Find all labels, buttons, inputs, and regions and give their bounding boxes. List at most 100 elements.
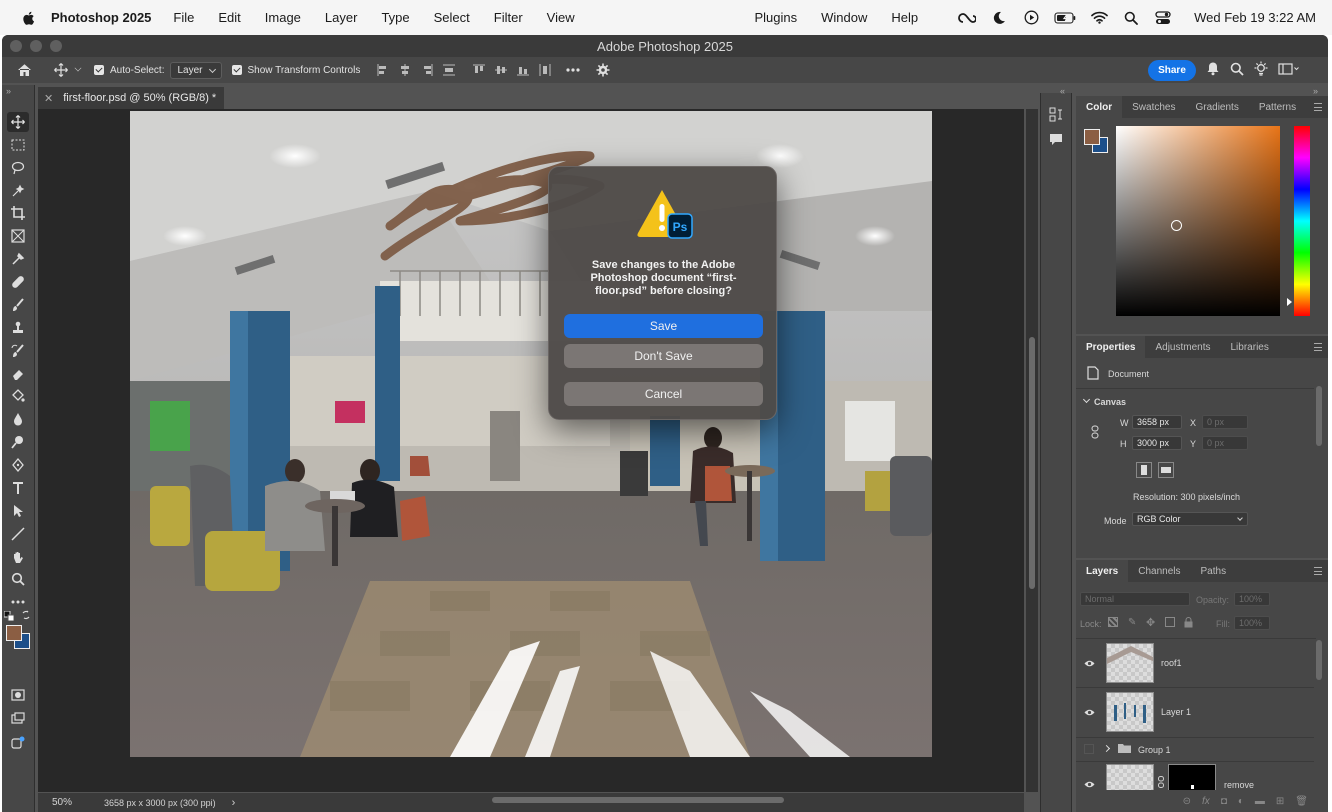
landscape-orientation-button[interactable] — [1158, 462, 1174, 478]
battery-icon[interactable] — [1054, 9, 1076, 27]
more-options-icon[interactable] — [562, 57, 584, 83]
now-playing-icon[interactable] — [1022, 9, 1040, 27]
vertical-scroll-thumb[interactable] — [1029, 337, 1035, 589]
type-tool-icon[interactable] — [7, 478, 29, 498]
lock-artboard-icon[interactable] — [1165, 617, 1175, 627]
align-left-edges-icon[interactable] — [372, 57, 394, 83]
properties-panel-menu-icon[interactable] — [1314, 343, 1322, 351]
layer-name[interactable]: remove — [1224, 780, 1254, 790]
delete-layer-icon[interactable]: 🗑 — [1295, 796, 1308, 807]
document-tab[interactable]: ✕ first-floor.psd @ 50% (RGB/8) * — [38, 87, 224, 109]
spotlight-search-icon[interactable] — [1122, 9, 1140, 27]
move-tool-icon[interactable] — [48, 57, 74, 83]
frame-tool-icon[interactable] — [7, 226, 29, 246]
auto-select-dropdown[interactable]: Layer — [170, 61, 222, 79]
menubar-clock[interactable]: Wed Feb 19 3:22 AM — [1194, 10, 1316, 25]
tool-preset-chevron-icon[interactable] — [74, 64, 82, 72]
menu-filter[interactable]: Filter — [494, 10, 523, 25]
mask-link-icon[interactable] — [1158, 776, 1164, 790]
brush-tool-icon[interactable] — [7, 295, 29, 315]
zoom-tool-icon[interactable] — [7, 569, 29, 589]
status-chevron-icon[interactable]: › — [232, 797, 236, 809]
creative-cloud-icon[interactable] — [958, 9, 977, 27]
layer-row-roof1[interactable]: roof1 — [1076, 639, 1314, 688]
canvas-section-chevron-icon[interactable] — [1082, 395, 1091, 404]
blur-tool-icon[interactable] — [7, 409, 29, 429]
object-selection-tool-icon[interactable] — [7, 181, 29, 201]
share-button[interactable]: Share — [1148, 60, 1196, 81]
panel-foreground-swatch[interactable] — [1084, 129, 1100, 145]
auto-select-checkbox[interactable] — [94, 65, 104, 75]
layer-mask-thumbnail[interactable] — [1168, 764, 1216, 790]
lock-image-icon[interactable]: ✎ — [1128, 617, 1136, 628]
workspace-layout-icon[interactable] — [1278, 62, 1300, 78]
close-window-button[interactable] — [10, 40, 22, 52]
apple-logo-icon[interactable] — [20, 9, 38, 27]
tab-libraries[interactable]: Libraries — [1221, 336, 1279, 358]
y-field[interactable]: 0 px — [1202, 436, 1248, 450]
layer-visibility-eye-icon[interactable] — [1084, 780, 1095, 790]
line-tool-icon[interactable] — [7, 524, 29, 544]
hue-slider-handle[interactable] — [1287, 298, 1292, 306]
color-field[interactable] — [1116, 126, 1280, 316]
tab-channels[interactable]: Channels — [1128, 560, 1190, 582]
layer-visibility-eye-icon[interactable] — [1084, 708, 1095, 718]
path-selection-tool-icon[interactable] — [7, 501, 29, 521]
eraser-tool-icon[interactable] — [7, 364, 29, 384]
crop-tool-icon[interactable] — [7, 203, 29, 223]
search-icon[interactable] — [1230, 62, 1244, 79]
close-document-icon[interactable]: ✕ — [44, 92, 53, 105]
layer-name[interactable]: Layer 1 — [1161, 707, 1191, 717]
paint-bucket-tool-icon[interactable] — [7, 386, 29, 406]
default-colors-icon[interactable] — [2, 609, 16, 623]
opacity-field[interactable]: 100% — [1234, 592, 1270, 606]
tab-layers[interactable]: Layers — [1076, 560, 1129, 582]
menu-image[interactable]: Image — [265, 10, 301, 25]
wifi-icon[interactable] — [1090, 9, 1108, 27]
history-brush-tool-icon[interactable] — [7, 341, 29, 361]
align-vertical-centers-icon[interactable] — [490, 57, 512, 83]
swap-colors-icon[interactable] — [19, 607, 33, 623]
menu-file[interactable]: File — [173, 10, 194, 25]
menu-select[interactable]: Select — [434, 10, 470, 25]
properties-scrollbar[interactable] — [1316, 386, 1322, 446]
screen-mode-icon[interactable] — [7, 708, 29, 728]
transform-controls-checkbox[interactable] — [231, 65, 242, 75]
layer-row-remove[interactable]: remove — [1076, 762, 1314, 790]
menu-type[interactable]: Type — [381, 10, 409, 25]
lasso-tool-icon[interactable] — [7, 158, 29, 178]
dodge-tool-icon[interactable] — [7, 432, 29, 452]
tab-adjustments[interactable]: Adjustments — [1145, 336, 1220, 358]
layers-scrollbar[interactable] — [1316, 640, 1322, 680]
color-panel-menu-icon[interactable] — [1314, 103, 1322, 111]
menu-window[interactable]: Window — [821, 10, 867, 25]
color-mode-dropdown[interactable]: RGB Color — [1132, 512, 1248, 526]
collapse-panels-icon[interactable]: « — [1060, 86, 1065, 96]
new-layer-icon[interactable]: ⊞ — [1276, 796, 1284, 807]
lock-transparent-icon[interactable] — [1108, 617, 1118, 627]
vertical-scrollbar[interactable] — [1026, 109, 1038, 792]
quick-mask-icon[interactable] — [7, 685, 29, 705]
menu-layer[interactable]: Layer — [325, 10, 358, 25]
tab-swatches[interactable]: Swatches — [1122, 96, 1185, 118]
menu-view[interactable]: View — [547, 10, 575, 25]
healing-brush-tool-icon[interactable] — [7, 272, 29, 292]
marquee-tool-icon[interactable] — [7, 135, 29, 155]
notifications-bell-icon[interactable] — [1206, 61, 1220, 79]
settings-gear-icon[interactable] — [592, 57, 614, 83]
layer-row-layer1[interactable]: Layer 1 — [1076, 688, 1314, 738]
group-expand-chevron-icon[interactable] — [1102, 744, 1111, 753]
x-field[interactable]: 0 px — [1202, 415, 1248, 429]
layer-name[interactable]: roof1 — [1161, 658, 1182, 668]
move-tool[interactable] — [7, 112, 29, 132]
document-info[interactable]: 3658 px x 3000 px (300 ppi) — [104, 798, 216, 808]
adjustment-layer-icon[interactable]: ◐ — [1238, 796, 1244, 807]
collapse-right-panels-icon[interactable]: » — [1313, 86, 1318, 96]
control-center-icon[interactable] — [1154, 9, 1172, 27]
layers-panel-menu-icon[interactable] — [1314, 567, 1322, 575]
clone-stamp-tool-icon[interactable] — [7, 318, 29, 338]
foreground-color-swatch[interactable] — [6, 625, 22, 641]
link-layers-icon[interactable]: ⊝ — [1183, 796, 1191, 807]
canvas-image[interactable] — [130, 111, 932, 757]
app-name-menu[interactable]: Photoshop 2025 — [51, 10, 151, 25]
